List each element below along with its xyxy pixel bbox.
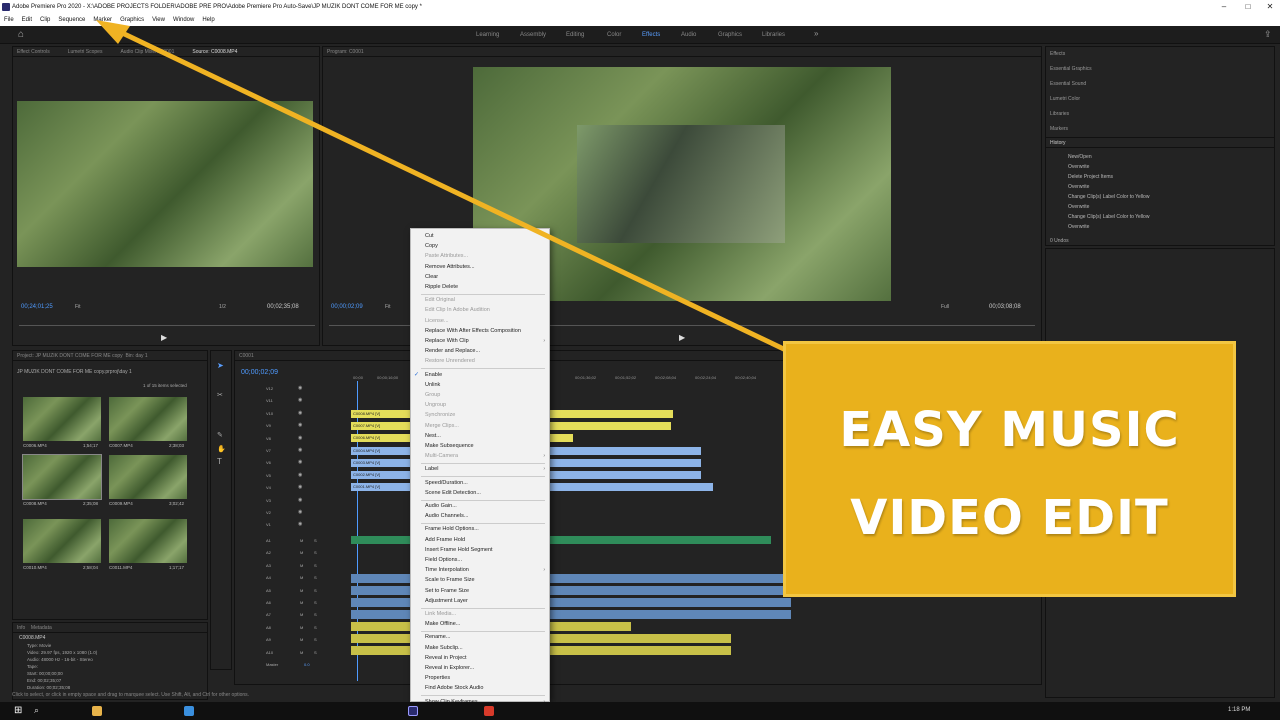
banner-line-2: VIDEO EDIT bbox=[850, 490, 1169, 546]
premiere-taskbar-icon[interactable] bbox=[408, 706, 418, 716]
banner-line-1: EASY MUSIC bbox=[839, 402, 1180, 458]
arrow-head bbox=[96, 20, 130, 44]
clock: 1:18 PM bbox=[1228, 707, 1251, 713]
browser-icon[interactable] bbox=[184, 706, 194, 716]
arrow-shaft bbox=[114, 27, 792, 355]
taskbar: ⊞ ⌕ 1:18 PM bbox=[0, 702, 1280, 720]
windows-start-icon[interactable]: ⊞ bbox=[14, 705, 22, 716]
title-banner: EASY MUSIC VIDEO EDIT bbox=[783, 341, 1236, 597]
status-bar: Click to select, or click in empty space… bbox=[12, 692, 250, 698]
app-taskbar-icon[interactable] bbox=[484, 706, 494, 716]
file-explorer-icon[interactable] bbox=[92, 706, 102, 716]
search-icon[interactable]: ⌕ bbox=[34, 705, 39, 716]
